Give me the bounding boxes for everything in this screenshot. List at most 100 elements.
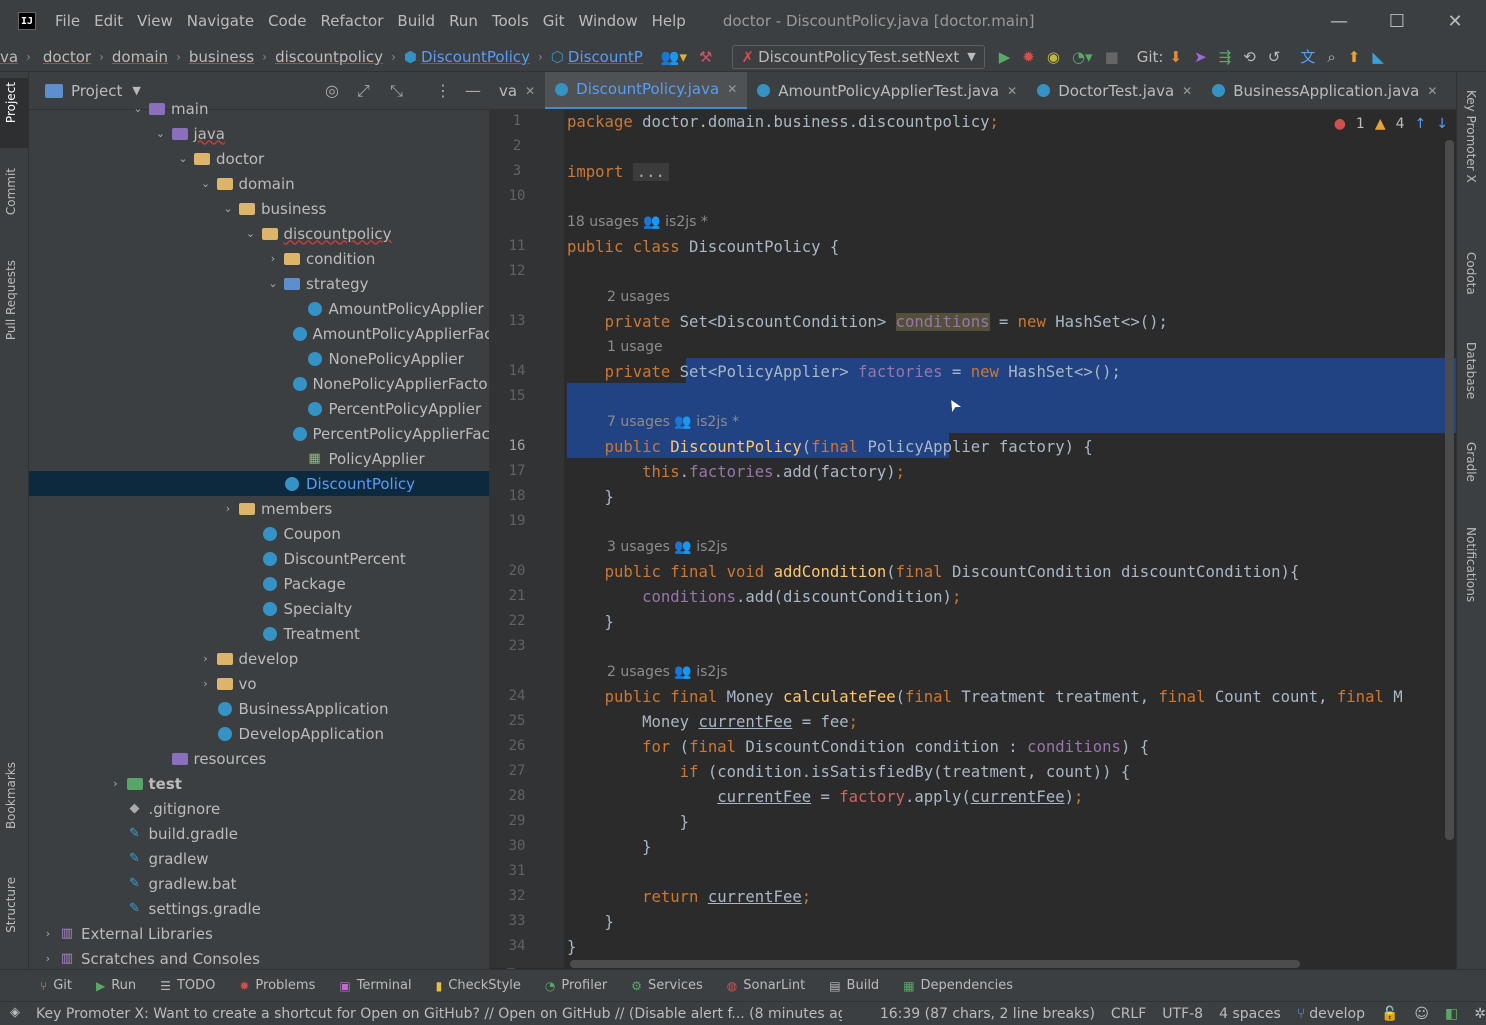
- code-line[interactable]: currentFee = factory.apply(currentFee);: [567, 785, 1083, 810]
- tool-tab-database[interactable]: Database: [1464, 342, 1478, 399]
- chevron-down-icon[interactable]: ⌄: [199, 177, 213, 190]
- package-line[interactable]: package doctor.domain.business.discountp…: [567, 110, 999, 135]
- tool-git[interactable]: ⑂ Git: [40, 978, 72, 993]
- constructor[interactable]: public DiscountPolicy(final PolicyApplie…: [567, 435, 1093, 460]
- minimize-icon[interactable]: —: [1310, 0, 1368, 42]
- tree-item[interactable]: ✎ gradlew.bat: [29, 871, 489, 896]
- tool-sonarlint[interactable]: ◍ SonarLint: [727, 978, 805, 993]
- tool-terminal[interactable]: ▣ Terminal: [339, 978, 411, 993]
- tree-item[interactable]: ✎ gradlew: [29, 846, 489, 871]
- tree-item[interactable]: PercentPolicyApplierFactory: [29, 421, 520, 446]
- tree-item[interactable]: Specialty: [29, 596, 489, 621]
- close-icon[interactable]: ✕: [1426, 0, 1484, 42]
- stop-icon[interactable]: ■: [1105, 48, 1119, 66]
- chevron-down-icon[interactable]: ⌄: [154, 127, 168, 140]
- profile-icon[interactable]: ◔▾: [1072, 48, 1093, 66]
- memory-icon[interactable]: ✲: [1474, 1006, 1486, 1022]
- tree-item[interactable]: AmountPolicyApplierFactor: [29, 321, 514, 346]
- tool-tab-gradle[interactable]: Gradle: [1464, 442, 1478, 482]
- translate-icon[interactable]: 文: [1300, 46, 1315, 67]
- coverage-icon[interactable]: ◉: [1047, 48, 1060, 66]
- file-encoding[interactable]: UTF-8: [1162, 1006, 1203, 1022]
- tool-problems[interactable]: ✹ Problems: [239, 978, 315, 993]
- menu-run[interactable]: Run: [442, 0, 485, 42]
- menu-tools[interactable]: Tools: [485, 0, 536, 42]
- usages-hint[interactable]: 1 usage: [607, 335, 663, 360]
- jetbrains-ai-icon[interactable]: ◣: [1372, 48, 1384, 66]
- code-line[interactable]: if (condition.isSatisfiedBy(treatment, c…: [567, 760, 1131, 785]
- tool-tab-project[interactable]: Project: [4, 82, 18, 123]
- tree-item[interactable]: ✎ build.gradle: [29, 821, 489, 846]
- editor-vertical-scrollbar[interactable]: [1445, 140, 1454, 840]
- close-tab-icon[interactable]: ✕: [1182, 84, 1192, 98]
- code-line[interactable]: for (final DiscountCondition condition :…: [567, 735, 1149, 760]
- tree-item[interactable]: › ▥ External Libraries: [29, 921, 489, 946]
- arrow-down-icon[interactable]: ↓: [1436, 116, 1448, 132]
- tool-tab-codota[interactable]: Codota: [1464, 252, 1478, 295]
- inspection-widget[interactable]: ● 1 ▲ 4 ↑ ↓: [1334, 116, 1448, 132]
- menu-file[interactable]: File: [48, 0, 87, 42]
- tool-tab-key-promoter[interactable]: Key Promoter X: [1464, 90, 1478, 183]
- chevron-right-icon[interactable]: ›: [41, 927, 55, 940]
- tree-item[interactable]: Package: [29, 571, 489, 596]
- code-line[interactable]: }: [567, 485, 614, 510]
- usages-hint[interactable]: 18 usages 👥 is2js *: [567, 210, 708, 235]
- tree-item[interactable]: Treatment: [29, 621, 489, 646]
- code-line[interactable]: conditions.add(discountCondition);: [567, 585, 961, 610]
- chevron-right-icon[interactable]: ›: [199, 677, 213, 690]
- class-declaration[interactable]: public class DiscountPolicy {: [567, 235, 839, 260]
- arrow-up-icon[interactable]: ↑: [1415, 116, 1427, 132]
- chevron-down-icon[interactable]: ⌄: [176, 152, 190, 165]
- tree-item[interactable]: BusinessApplication: [29, 696, 489, 721]
- code-line[interactable]: return currentFee;: [567, 885, 811, 910]
- tool-tab-structure[interactable]: Structure: [4, 877, 18, 933]
- close-tab-icon[interactable]: ✕: [1007, 84, 1017, 98]
- tree-item[interactable]: › test: [29, 771, 489, 796]
- code-editor[interactable]: 1 2 3 10 11 12 13 14 15 16 17 18 19 20 21 22 23 24 25 26 27 2…: [489, 110, 1456, 968]
- usages-hint[interactable]: 7 usages 👥 is2js *: [607, 410, 739, 435]
- menu-code[interactable]: Code: [261, 0, 313, 42]
- breadcrumb-business[interactable]: business: [189, 48, 254, 66]
- tool-tab-bookmarks[interactable]: Bookmarks: [4, 762, 18, 829]
- close-tab-icon[interactable]: ✕: [1427, 84, 1437, 98]
- tree-item[interactable]: PercentPolicyApplier: [29, 396, 489, 421]
- hammer-icon[interactable]: ⚒: [699, 48, 712, 66]
- tree-item[interactable]: › members: [29, 496, 489, 521]
- chevron-right-icon[interactable]: ›: [266, 252, 280, 265]
- close-tab-icon[interactable]: ✕: [525, 84, 535, 98]
- tool-tab-pull-requests[interactable]: Pull Requests: [4, 260, 18, 340]
- debug-icon[interactable]: ✹: [1022, 48, 1035, 66]
- tree-item[interactable]: ▦ PolicyApplier: [29, 446, 489, 471]
- menu-window[interactable]: Window: [571, 0, 644, 42]
- breadcrumb-doctor[interactable]: doctor: [43, 48, 91, 66]
- history-icon[interactable]: ⟲: [1243, 48, 1256, 66]
- chevron-down-icon[interactable]: ⌄: [266, 277, 280, 290]
- tree-item[interactable]: › vo: [29, 671, 489, 696]
- run-configuration-select[interactable]: ✗ DiscountPolicyTest.setNext ▼: [732, 44, 985, 69]
- tree-item[interactable]: ⌄ discountpolicy: [29, 221, 489, 246]
- tree-item[interactable]: DiscountPolicy: [29, 471, 489, 496]
- inspector-icon[interactable]: ☺: [1414, 1006, 1429, 1022]
- editor-tab[interactable]: va ✕: [489, 72, 545, 109]
- chevron-right-icon[interactable]: ›: [41, 952, 55, 965]
- tree-item[interactable]: ⌄ strategy: [29, 271, 489, 296]
- tree-item[interactable]: NonePolicyApplier: [29, 346, 489, 371]
- tree-item[interactable]: ⌄ doctor: [29, 146, 489, 171]
- close-tab-icon[interactable]: ✕: [727, 82, 737, 96]
- editor-tab[interactable]: DiscountPolicy.java ✕: [545, 72, 748, 109]
- tool-dependencies[interactable]: ▦ Dependencies: [903, 978, 1013, 993]
- git-commit-icon[interactable]: ➤: [1194, 48, 1207, 66]
- tool-profiler[interactable]: ◔ Profiler: [545, 978, 607, 993]
- field-factories[interactable]: private Set<PolicyApplier> factories = n…: [567, 360, 1121, 385]
- breadcrumb-discountpolicy[interactable]: discountpolicy: [275, 48, 383, 66]
- menu-git[interactable]: Git: [536, 0, 572, 42]
- menu-edit[interactable]: Edit: [87, 0, 130, 42]
- breadcrumb-method[interactable]: DiscountP: [568, 48, 643, 66]
- field-conditions[interactable]: private Set<DiscountCondition> condition…: [567, 310, 1168, 335]
- run-icon[interactable]: ▶: [999, 48, 1011, 66]
- import-line[interactable]: import ...: [567, 160, 669, 185]
- folded-imports[interactable]: ...: [632, 163, 669, 181]
- tool-tab-notifications[interactable]: Notifications: [1464, 527, 1478, 602]
- chevron-down-icon[interactable]: ⌄: [221, 202, 235, 215]
- code-line[interactable]: }: [567, 910, 614, 935]
